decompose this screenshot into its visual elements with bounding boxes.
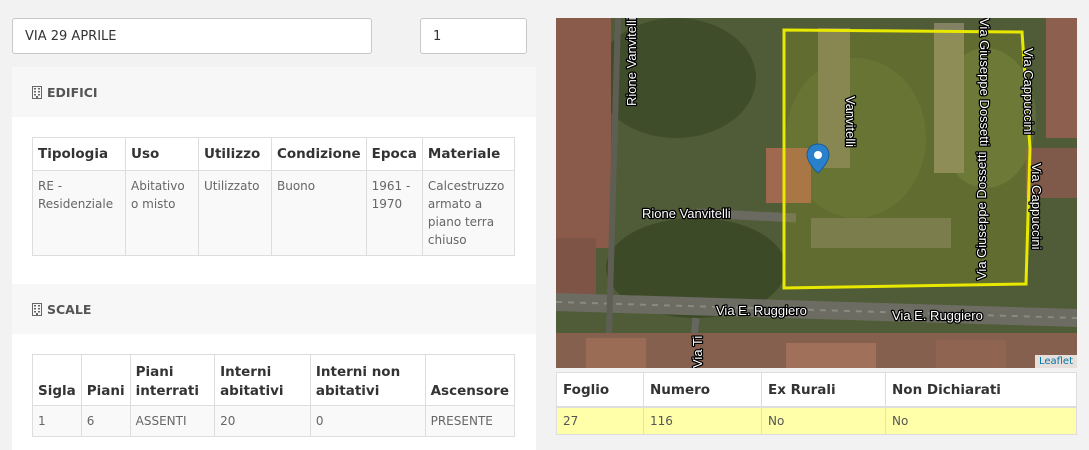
street-label: Via E. Ruggiero <box>892 308 983 323</box>
column-header: Interni abitativi <box>214 354 311 406</box>
table-cell: 1 <box>32 405 82 437</box>
table-cell: No <box>885 406 1077 435</box>
edifici-panel-header: EDIFICI <box>12 67 536 117</box>
table-cell: 27 <box>556 406 644 435</box>
table-cell: No <box>761 406 886 435</box>
table-cell: Buono <box>271 170 367 256</box>
column-header: Foglio <box>556 372 644 408</box>
scale-panel-header: SCALE <box>12 284 536 334</box>
table-cell: PRESENTE <box>424 405 516 437</box>
table-cell: 116 <box>643 406 762 435</box>
table-header-row: Foglio Numero Ex Rurali Non Dichiarati <box>556 372 1077 408</box>
scale-panel-body: Sigla Piani Piani interrati Interni abit… <box>12 334 536 450</box>
column-header: Materiale <box>421 137 516 171</box>
satellite-map[interactable]: Rione Vanvitelli Vanvitelli Rione Vanvit… <box>556 18 1077 368</box>
column-header: Non Dichiarati <box>885 372 1077 408</box>
address-input[interactable] <box>12 18 372 54</box>
table-row: 1 6 ASSENTI 20 0 PRESENTE <box>32 405 516 437</box>
street-label: Rione Vanvitelli <box>624 18 639 106</box>
table-header-row: Tipologia Uso Utilizzo Condizione Epoca … <box>32 137 516 171</box>
edifici-table: Tipologia Uso Utilizzo Condizione Epoca … <box>32 137 516 256</box>
street-label: Via Cappuccini <box>1029 163 1044 250</box>
column-header: Utilizzo <box>198 137 272 171</box>
scale-title: SCALE <box>47 301 92 317</box>
column-header: Epoca <box>365 137 423 171</box>
table-cell: 0 <box>309 405 426 437</box>
street-label: Via E. Ruggiero <box>716 303 807 318</box>
column-header: Sigla <box>32 354 82 406</box>
map-view[interactable]: Rione Vanvitelli Vanvitelli Rione Vanvit… <box>556 18 1077 368</box>
table-row[interactable]: 27 116 No No <box>556 406 1077 435</box>
column-header: Piani <box>80 354 131 406</box>
street-label: Rione Vanvitelli <box>642 206 731 221</box>
street-label: Via Ti <box>690 336 705 368</box>
table-row: RE - Residenziale Abitativo o misto Util… <box>32 170 516 256</box>
column-header: Tipologia <box>32 137 126 171</box>
street-label: Vanvitelli <box>843 96 858 147</box>
leaflet-attribution-link[interactable]: Leaflet <box>1034 355 1077 368</box>
column-header: Interni non abitativi <box>309 354 426 406</box>
column-header: Ex Rurali <box>761 372 886 408</box>
column-header: Piani interrati <box>129 354 216 406</box>
table-cell: 6 <box>80 405 131 437</box>
table-cell: Abitativo o misto <box>125 170 199 256</box>
column-header: Ascensore <box>424 354 516 406</box>
building-icon <box>32 302 42 316</box>
column-header: Uso <box>125 137 199 171</box>
civic-number-input[interactable] <box>420 18 527 54</box>
column-header: Numero <box>643 372 762 408</box>
table-cell: Calcestruzzo armato a piano terra chiuso <box>421 170 516 256</box>
particelle-table: Foglio Numero Ex Rurali Non Dichiarati 2… <box>556 372 1077 435</box>
table-cell: Utilizzato <box>198 170 272 256</box>
table-header-row: Sigla Piani Piani interrati Interni abit… <box>32 354 516 406</box>
street-label: Via Cappuccini <box>1021 48 1036 135</box>
table-cell: RE - Residenziale <box>32 170 126 256</box>
table-cell: 1961 - 1970 <box>365 170 423 256</box>
street-label: Via Giuseppe Dossetti <box>974 152 989 280</box>
table-cell: 20 <box>214 405 311 437</box>
scale-table: Sigla Piani Piani interrati Interni abit… <box>32 354 516 437</box>
table-cell: ASSENTI <box>129 405 216 437</box>
building-icon <box>32 85 42 99</box>
column-header: Condizione <box>271 137 367 171</box>
edifici-title: EDIFICI <box>47 84 98 100</box>
edifici-panel-body: Tipologia Uso Utilizzo Condizione Epoca … <box>12 117 536 285</box>
street-label: Via Giuseppe Dossetti <box>977 18 992 146</box>
